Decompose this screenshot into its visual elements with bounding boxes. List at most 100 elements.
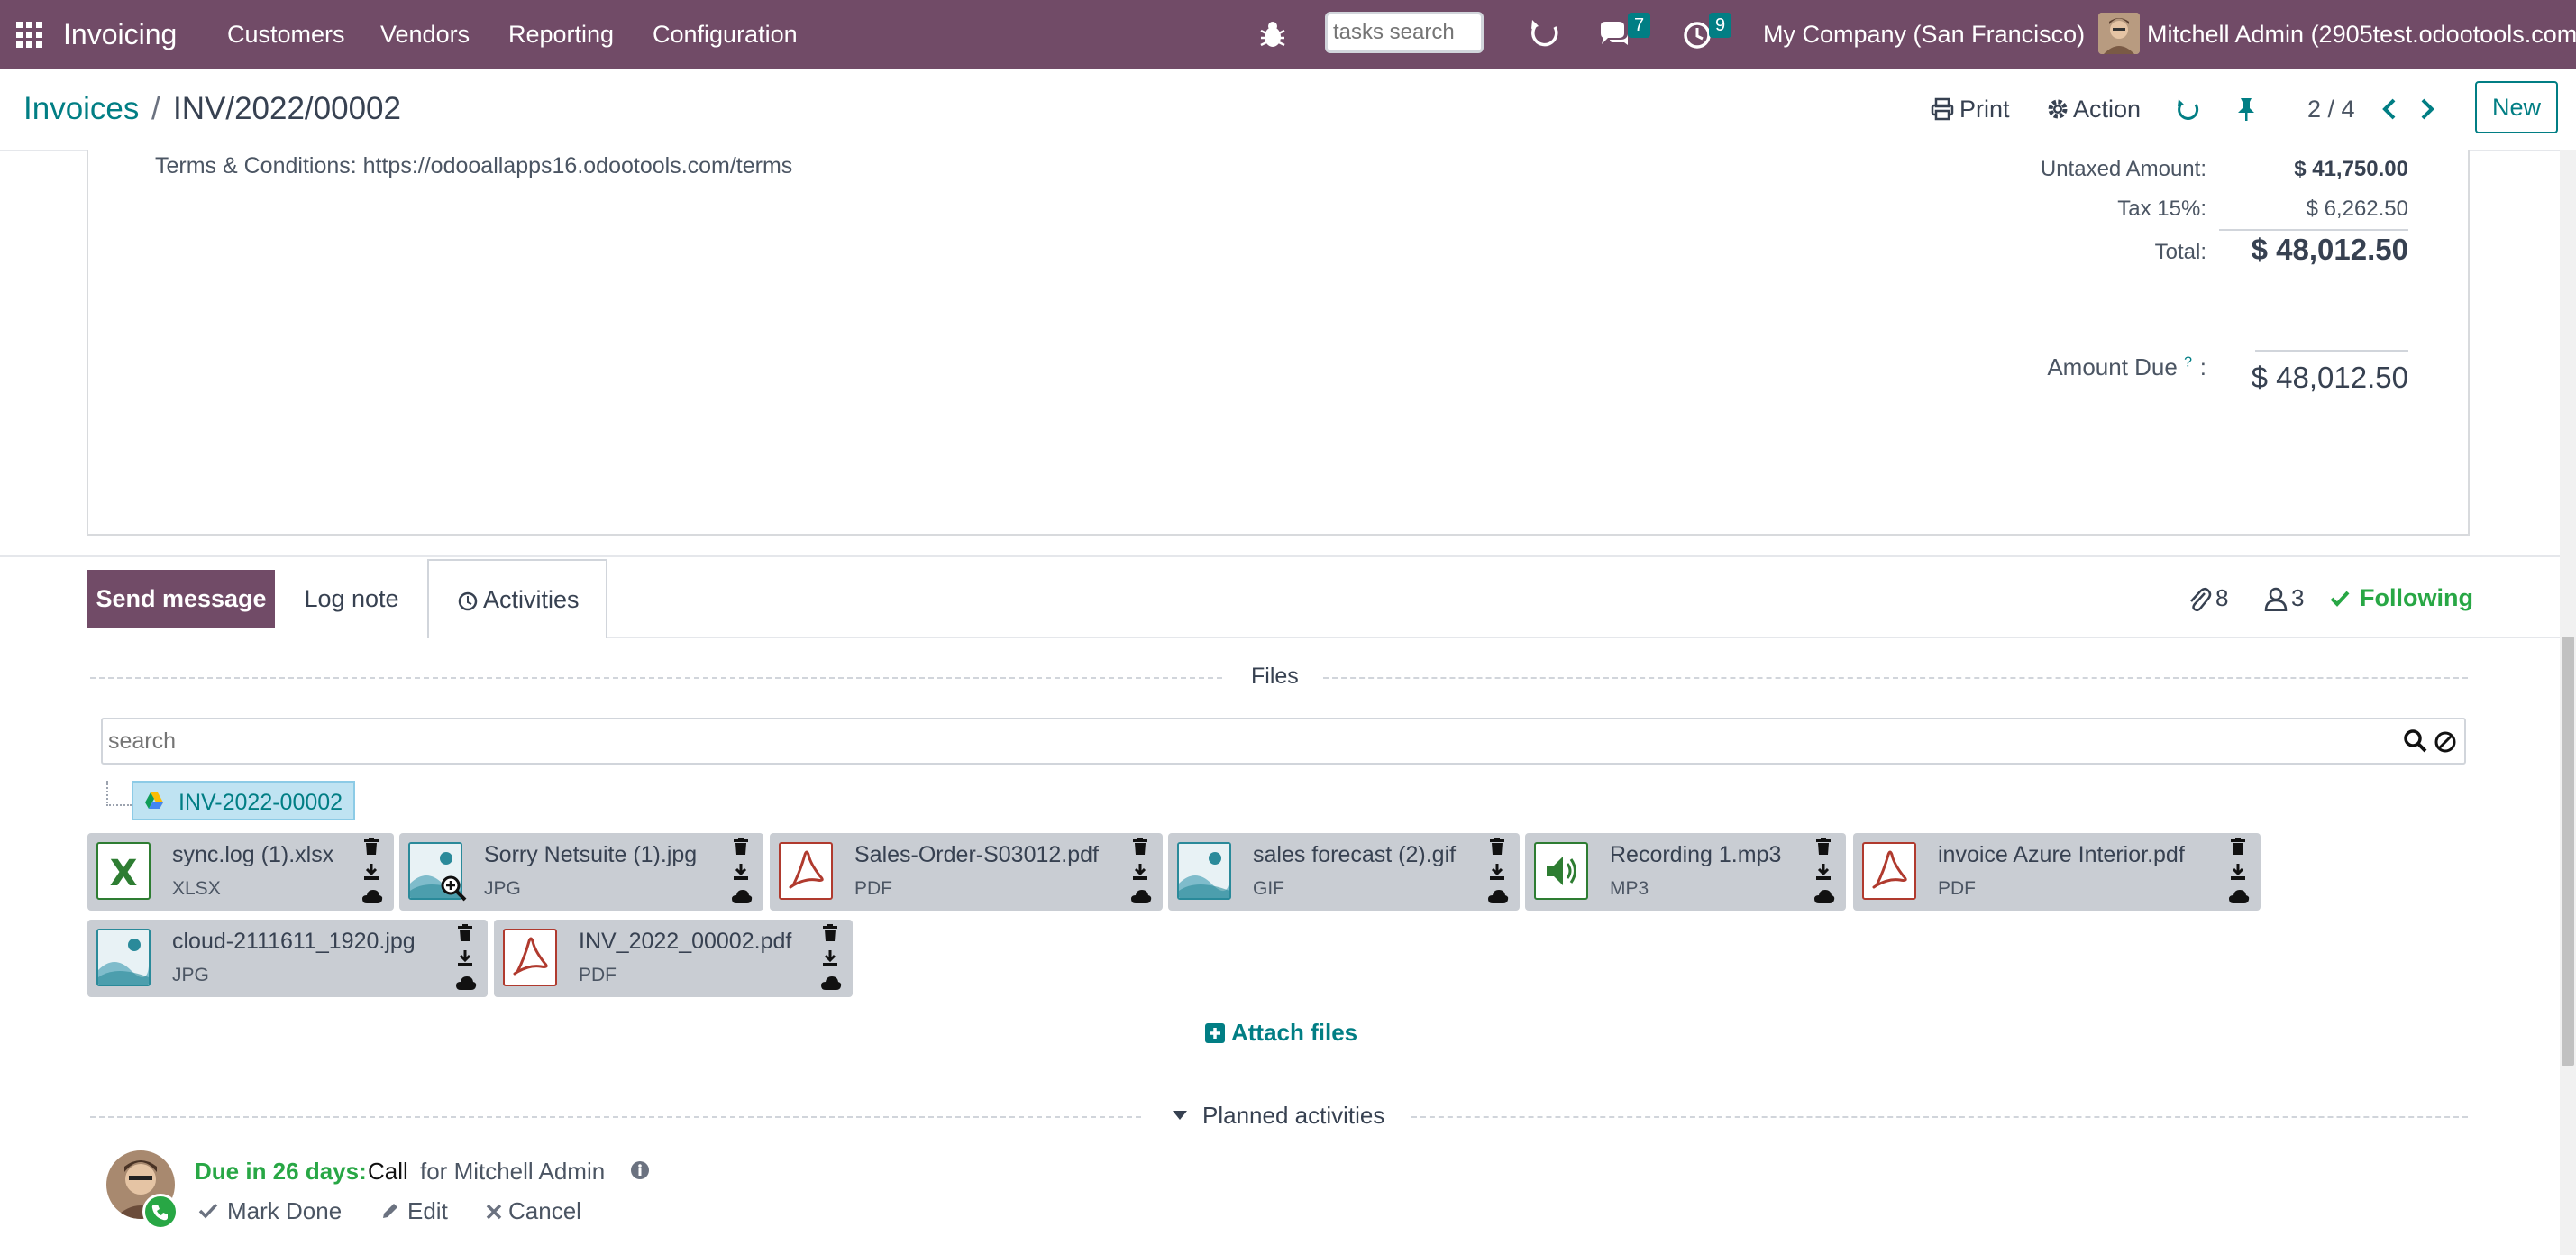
- attachment-card[interactable]: cloud-2111611_1920.jpg JPG: [87, 920, 488, 997]
- paperclip-icon[interactable]: [2187, 586, 2212, 613]
- total-label: Total:: [2154, 240, 2206, 264]
- cloud-upload-icon[interactable]: [1130, 887, 1152, 907]
- attach-files-plus-icon[interactable]: [1204, 1022, 1226, 1044]
- download-icon[interactable]: [455, 948, 477, 968]
- pin-icon[interactable]: [2235, 96, 2257, 122]
- cancel-button[interactable]: Cancel: [508, 1197, 581, 1225]
- download-icon[interactable]: [731, 862, 753, 882]
- pager-previous-icon[interactable]: [2380, 97, 2399, 121]
- breadcrumb-separator: /: [151, 91, 160, 126]
- cloud-upload-icon[interactable]: [455, 974, 477, 994]
- image-file-icon[interactable]: [1177, 842, 1231, 900]
- attachment-card[interactable]: sales forecast (2).gif GIF: [1168, 833, 1520, 911]
- pager-value[interactable]: 2 / 4: [2307, 69, 2355, 150]
- activity-info-icon[interactable]: [629, 1159, 651, 1181]
- amount-due-help-icon[interactable]: ?: [2184, 354, 2192, 370]
- activities-clock-icon[interactable]: [1682, 20, 1713, 50]
- cloud-upload-icon[interactable]: [2228, 887, 2250, 907]
- attachment-extension: PDF: [1938, 878, 1976, 899]
- following-button[interactable]: Following: [2360, 584, 2473, 612]
- download-icon[interactable]: [1130, 862, 1152, 882]
- attachment-card[interactable]: Sales-Order-S03012.pdf PDF: [770, 833, 1163, 911]
- amount-due-text: Amount Due: [2047, 353, 2178, 380]
- apps-menu-icon[interactable]: [16, 22, 43, 49]
- download-icon[interactable]: [361, 862, 383, 882]
- delete-trash-icon[interactable]: [455, 923, 477, 943]
- files-clear-search-icon[interactable]: [2434, 730, 2457, 754]
- action-button[interactable]: Action: [2073, 69, 2141, 150]
- mark-done-check-icon[interactable]: [198, 1201, 218, 1221]
- delete-trash-icon[interactable]: [1487, 837, 1509, 857]
- cloud-upload-icon[interactable]: [1813, 887, 1835, 907]
- files-search-input[interactable]: [101, 718, 2466, 765]
- folder-node[interactable]: INV-2022-00002: [132, 781, 355, 820]
- attachment-card[interactable]: INV_2022_00002.pdf PDF: [494, 920, 853, 997]
- pdf-file-icon[interactable]: [1862, 842, 1916, 900]
- pdf-file-icon[interactable]: [779, 842, 833, 900]
- app-name[interactable]: Invoicing: [63, 0, 177, 69]
- mark-done-button[interactable]: Mark Done: [227, 1197, 342, 1225]
- breadcrumb-invoices[interactable]: Invoices: [23, 69, 139, 150]
- new-button[interactable]: New: [2475, 81, 2558, 133]
- delete-trash-icon[interactable]: [1130, 837, 1152, 857]
- files-search-icon[interactable]: [2403, 728, 2428, 754]
- debug-bug-icon[interactable]: [1258, 18, 1287, 50]
- delete-trash-icon[interactable]: [820, 923, 842, 943]
- activities-count-badge: 9: [1709, 13, 1732, 38]
- refresh-icon[interactable]: [1528, 16, 1562, 50]
- chatter-tabs-underline: [607, 637, 2562, 638]
- page-scrollbar-thumb[interactable]: [2562, 637, 2574, 1066]
- cloud-upload-icon[interactable]: [361, 887, 383, 907]
- attachments-count[interactable]: 8: [2215, 584, 2228, 612]
- user-menu[interactable]: Mitchell Admin (2905test.odootools.com): [2147, 0, 2576, 69]
- download-icon[interactable]: [1487, 862, 1509, 882]
- cloud-upload-icon[interactable]: [820, 974, 842, 994]
- print-button[interactable]: Print: [1959, 69, 2010, 150]
- audio-file-icon[interactable]: [1534, 842, 1588, 900]
- attachment-card[interactable]: Xsync.log (1).xlsx XLSX: [87, 833, 394, 911]
- pdf-file-icon[interactable]: [503, 929, 557, 986]
- attachment-name: invoice Azure Interior.pdf: [1938, 842, 2185, 867]
- user-avatar[interactable]: [2098, 13, 2140, 54]
- activities-button[interactable]: Activities: [427, 559, 607, 638]
- files-separator-right: [1323, 677, 2468, 679]
- folder-node-label: INV-2022-00002: [178, 790, 343, 815]
- tasks-search-input[interactable]: [1325, 12, 1484, 53]
- download-icon[interactable]: [820, 948, 842, 968]
- sync-icon[interactable]: [2176, 96, 2201, 122]
- log-note-button[interactable]: Log note: [276, 570, 427, 628]
- download-icon[interactable]: [1813, 862, 1835, 882]
- download-icon[interactable]: [2228, 862, 2250, 882]
- cancel-x-icon[interactable]: [485, 1203, 503, 1221]
- action-gear-icon[interactable]: [2046, 97, 2069, 121]
- followers-count[interactable]: 3: [2291, 584, 2304, 612]
- delete-trash-icon[interactable]: [1813, 837, 1835, 857]
- planned-caret-down-icon[interactable]: [1172, 1109, 1188, 1122]
- cloud-upload-icon[interactable]: [731, 887, 753, 907]
- pager-next-icon[interactable]: [2417, 97, 2437, 121]
- untaxed-amount-label: Untaxed Amount:: [2040, 157, 2206, 181]
- print-icon[interactable]: [1931, 97, 1954, 121]
- planned-activities-toggle[interactable]: Planned activities: [1202, 1102, 1384, 1130]
- svg-text:X: X: [110, 853, 138, 894]
- edit-pencil-icon[interactable]: [380, 1201, 400, 1221]
- edit-button[interactable]: Edit: [407, 1197, 448, 1225]
- menu-customers[interactable]: Customers: [227, 0, 345, 69]
- delete-trash-icon[interactable]: [2228, 837, 2250, 857]
- excel-file-icon[interactable]: X: [96, 842, 151, 900]
- menu-vendors[interactable]: Vendors: [380, 0, 470, 69]
- cloud-upload-icon[interactable]: [1487, 887, 1509, 907]
- untaxed-amount-value: $ 41,750.00: [2294, 157, 2408, 181]
- attachment-card[interactable]: Recording 1.mp3 MP3: [1525, 833, 1846, 911]
- image-file-icon[interactable]: [96, 929, 151, 986]
- delete-trash-icon[interactable]: [361, 837, 383, 857]
- send-message-button[interactable]: Send message: [87, 570, 275, 628]
- menu-reporting[interactable]: Reporting: [508, 0, 614, 69]
- delete-trash-icon[interactable]: [731, 837, 753, 857]
- messages-icon[interactable]: [1597, 20, 1631, 50]
- followers-user-icon[interactable]: [2264, 586, 2288, 612]
- attachment-card[interactable]: invoice Azure Interior.pdf PDF: [1853, 833, 2261, 911]
- attach-files-button[interactable]: Attach files: [1231, 1019, 1357, 1047]
- menu-configuration[interactable]: Configuration: [653, 0, 798, 69]
- company-switcher[interactable]: My Company (San Francisco): [1763, 0, 2085, 69]
